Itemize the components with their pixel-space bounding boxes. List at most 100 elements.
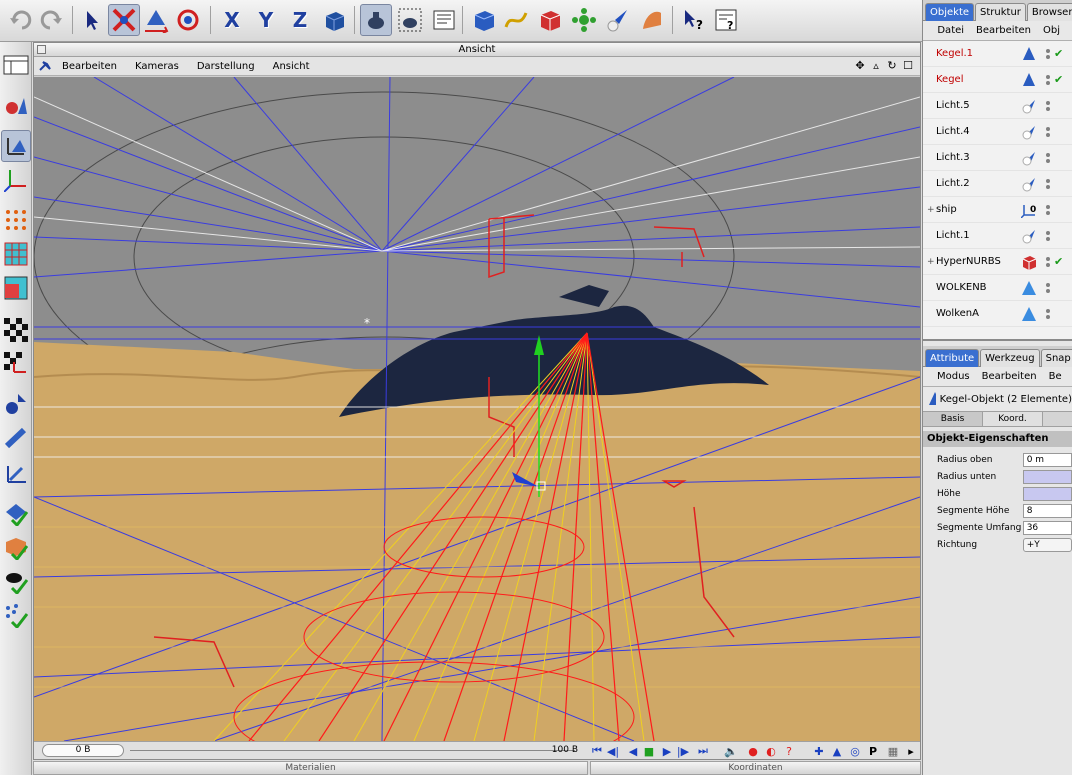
move-tool-button[interactable] [108,4,140,36]
attribute-value-field[interactable] [1022,486,1072,501]
object-row[interactable]: WOLKENB [923,275,1072,301]
visibility-dots[interactable] [1044,282,1052,293]
enable-axis-button[interactable] [1,498,31,530]
redo-button[interactable] [36,4,68,36]
menu-ansicht[interactable]: Ansicht [271,61,312,72]
attributes-menu-benutzer[interactable]: Be [1049,371,1062,382]
record-button[interactable]: ● [746,744,760,758]
help-manual-button[interactable]: ? [710,4,742,36]
deformer-button[interactable] [636,4,668,36]
layout-button[interactable] [1,50,31,82]
key-rotation-button[interactable]: ◎ [848,744,862,758]
visibility-dots[interactable] [1044,256,1052,267]
goto-end-button[interactable]: ⏭ [696,744,710,758]
tree-expander[interactable]: + [927,257,936,267]
next-key-button[interactable]: |▶ [676,744,690,758]
polygons-mode-button[interactable] [1,272,31,304]
camera-light-button[interactable] [602,4,634,36]
visibility-dots[interactable] [1044,178,1052,189]
x-axis-lock-button[interactable]: X [216,4,248,36]
context-help-button[interactable]: ? [678,4,710,36]
tab-struktur[interactable]: Struktur [975,3,1026,21]
visibility-dots[interactable] [1044,48,1052,59]
render-picture-viewer-button[interactable] [428,4,460,36]
texture-mode-button[interactable] [1,314,31,346]
timeline-track[interactable] [130,750,575,751]
tab-snap[interactable]: Snap [1040,349,1072,367]
objects-menu-bearbeiten[interactable]: Bearbeiten [976,25,1031,36]
attribute-value-field[interactable]: 36 [1022,520,1072,535]
rotate-view-icon[interactable]: ↻ [886,59,898,72]
object-row[interactable]: Licht.3 [923,145,1072,171]
tree-expander[interactable]: + [927,205,936,215]
prev-key-button[interactable]: ◀| [606,744,620,758]
attribute-value-field[interactable] [1022,469,1072,484]
select-tool-button[interactable] [76,4,108,36]
spline-button[interactable] [500,4,532,36]
object-row[interactable]: WolkenA [923,301,1072,327]
menu-darstellung[interactable]: Darstellung [195,61,257,72]
key-scale-button[interactable]: ▲ [830,744,844,758]
object-name[interactable]: Kegel.1 [936,48,1020,59]
subtab-basis[interactable]: Basis [923,412,983,426]
enabled-check-icon[interactable]: ✔ [1054,255,1064,268]
bone-mode-button[interactable] [1,422,31,454]
object-name[interactable]: Licht.3 [936,152,1020,163]
prev-frame-button[interactable]: ◀ [626,744,640,758]
next-frame-button[interactable]: ▶ [660,744,674,758]
subtab-koord[interactable]: Koord. [983,412,1043,426]
object-row[interactable]: Licht.2 [923,171,1072,197]
object-row[interactable]: Licht.5 [923,93,1072,119]
object-name[interactable]: Kegel [936,74,1020,85]
model-mode-button[interactable] [1,90,31,122]
z-axis-lock-button[interactable]: Z [284,4,316,36]
render-region-button[interactable] [394,4,426,36]
scale-tool-button[interactable] [140,4,172,36]
keyframe-help-icon[interactable]: ? [782,744,796,758]
tab-browser[interactable]: Browser [1026,3,1072,21]
visibility-dots[interactable] [1044,230,1052,241]
enable-particles-button[interactable] [1,600,31,632]
object-name[interactable]: Licht.2 [936,178,1020,189]
array-button[interactable] [568,4,600,36]
attributes-menu-bearbeiten[interactable]: Bearbeiten [982,371,1037,382]
objects-menu-datei[interactable]: Datei [937,25,964,36]
object-name[interactable]: WOLKENB [936,282,1020,293]
goto-start-button[interactable]: ⏮ [590,744,604,758]
visibility-dots[interactable] [1044,74,1052,85]
materials-panel-header[interactable]: Materialien [33,761,588,775]
object-row[interactable]: Kegel.1 ✔ [923,41,1072,67]
object-row[interactable]: Kegel ✔ [923,67,1072,93]
key-position-button[interactable]: ✚ [812,744,826,758]
zoom-view-icon[interactable]: ▵ [870,59,882,72]
current-frame-field[interactable]: 0 B [42,744,124,757]
3d-viewport-canvas[interactable]: * [34,77,920,741]
viewport-close-button[interactable] [37,45,46,54]
timeline-scroll-right[interactable]: ▸ [904,744,918,758]
visibility-dots[interactable] [1044,204,1052,215]
object-name[interactable]: Licht.4 [936,126,1020,137]
move-view-icon[interactable]: ✥ [854,59,866,72]
visibility-dots[interactable] [1044,152,1052,163]
object-axis-button[interactable] [1,130,31,162]
visibility-dots[interactable] [1044,308,1052,319]
visibility-dots[interactable] [1044,126,1052,137]
object-name[interactable]: ship [936,204,1020,215]
tab-attribute[interactable]: Attribute [925,349,980,367]
object-row[interactable]: + HyperNURBS ✔ [923,249,1072,275]
enabled-check-icon[interactable]: ✔ [1054,47,1064,60]
attributes-menu-modus[interactable]: Modus [937,371,970,382]
render-view-button[interactable] [360,4,392,36]
object-row[interactable]: Licht.4 [923,119,1072,145]
autokey-button[interactable]: ◐ [764,744,778,758]
object-name[interactable]: Licht.1 [936,230,1020,241]
object-row[interactable]: + ship 0 [923,197,1072,223]
sound-icon[interactable]: 🔈 [724,744,738,758]
edges-mode-button[interactable] [1,238,31,270]
object-name[interactable]: HyperNURBS [936,256,1020,267]
world-coordinates-button[interactable] [318,4,350,36]
menu-kameras[interactable]: Kameras [133,61,181,72]
key-point-button[interactable]: ▦ [886,744,900,758]
animation-mode-button[interactable] [1,388,31,420]
attribute-value-field[interactable]: 0 m [1022,452,1072,467]
